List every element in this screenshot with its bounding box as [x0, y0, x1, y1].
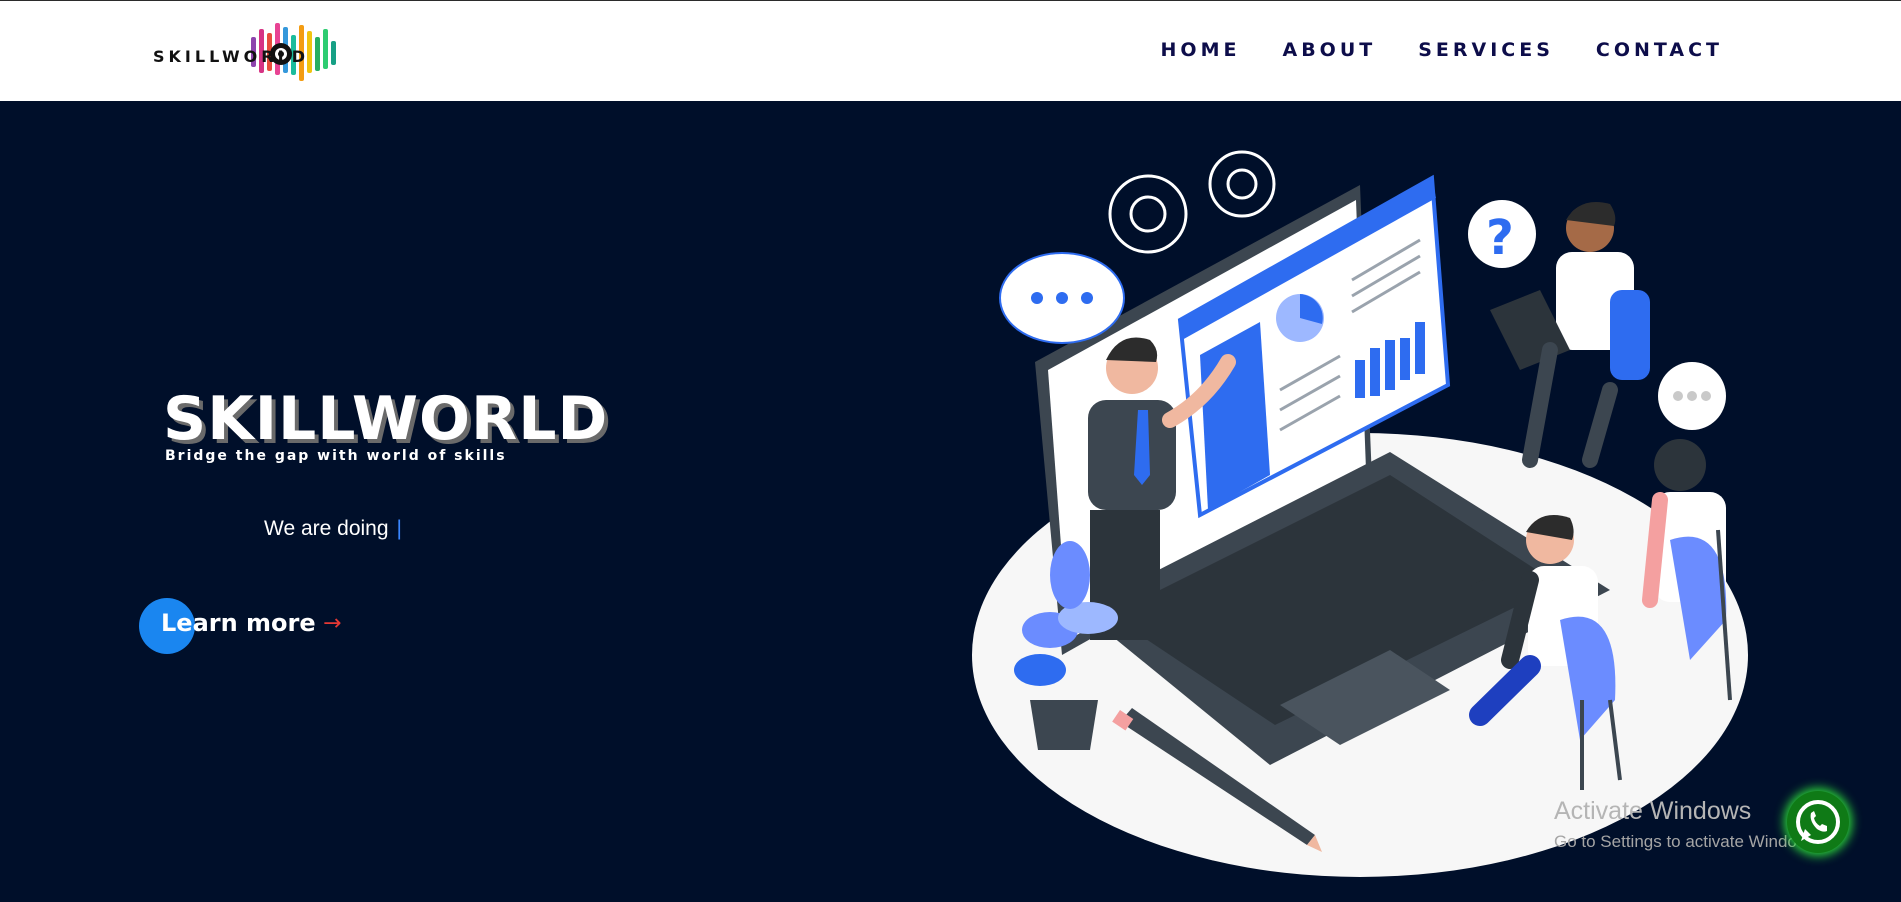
skillworld-logo[interactable]: SKILLWORLD: [153, 21, 358, 83]
svg-text:?: ?: [1486, 210, 1514, 266]
activate-windows-subtitle: Go to Settings to activate Windows.: [1554, 832, 1823, 851]
navbar: SKILLWORLD HOME ABOUT SERVICES CONTACT: [0, 0, 1901, 101]
speech-bubble: [999, 252, 1125, 344]
nav-link-home[interactable]: HOME: [1161, 39, 1241, 61]
activate-windows-title: Activate Windows: [1554, 797, 1752, 825]
whatsapp-icon: [1796, 800, 1840, 844]
hero-illustration: ?: [970, 100, 1760, 890]
learn-more-label: Learn more: [161, 609, 316, 637]
gear-icon: [1108, 150, 1276, 254]
arrow-right-icon: →: [323, 611, 342, 636]
typing-prefix: We are doing: [264, 517, 389, 540]
nav-link-services[interactable]: SERVICES: [1418, 39, 1554, 61]
typing-cursor: |: [396, 517, 402, 540]
learn-more-button[interactable]: Learn more →: [139, 598, 359, 656]
main-nav: HOME ABOUT SERVICES CONTACT: [1161, 39, 1723, 61]
chat-bubble-small: [1658, 362, 1726, 430]
typing-text: We are doing |: [264, 517, 402, 541]
hero-title: SKILLWORLD: [163, 384, 609, 454]
nav-link-contact[interactable]: CONTACT: [1596, 39, 1723, 61]
hero-tagline: Bridge the gap with world of skills: [165, 448, 507, 464]
nav-link-about[interactable]: ABOUT: [1282, 39, 1376, 61]
logo-text: SKILLWORLD: [153, 47, 310, 66]
whatsapp-button[interactable]: [1787, 791, 1849, 853]
question-bubble-icon: ?: [1468, 200, 1536, 268]
